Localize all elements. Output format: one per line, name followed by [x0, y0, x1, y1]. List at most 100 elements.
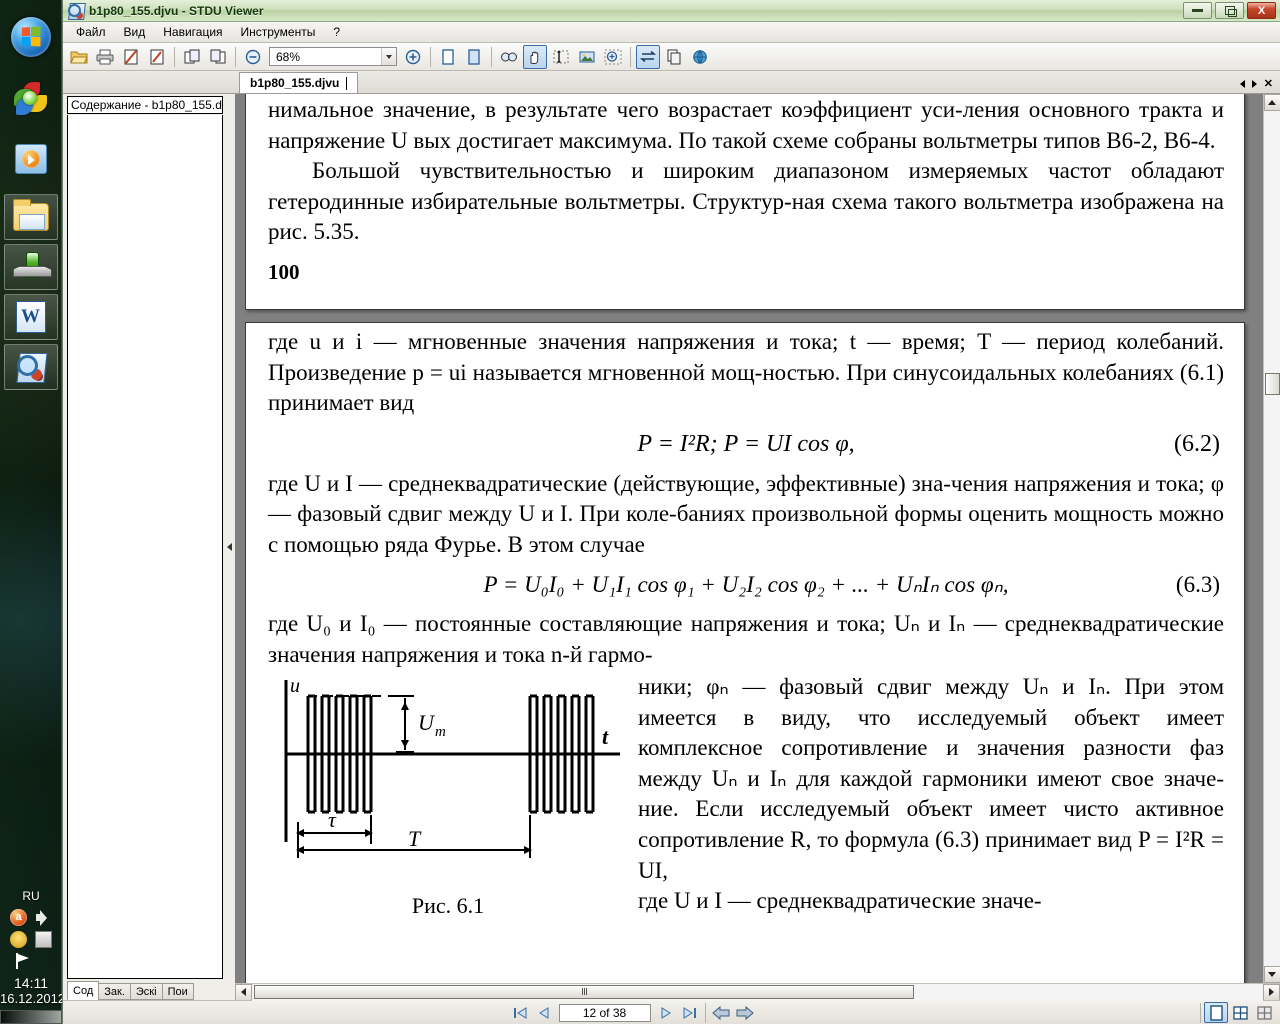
zoom-combobox[interactable]: 68% [269, 47, 397, 66]
toolbar-separator [430, 46, 431, 67]
scroll-right-icon[interactable] [1251, 79, 1257, 88]
restore-button[interactable] [1215, 2, 1244, 19]
hand-tool-icon[interactable] [523, 44, 547, 69]
sidebar-tab-contents[interactable]: Сод [67, 981, 100, 1000]
start-orb-icon[interactable] [4, 14, 58, 60]
status-bar: 12 of 38 [63, 1000, 1280, 1024]
window-title: b1p80_155.djvu - STDU Viewer [89, 3, 264, 18]
last-page-button[interactable] [678, 1003, 702, 1023]
window-titlebar[interactable]: b1p80_155.djvu - STDU Viewer X [63, 0, 1280, 22]
vertical-scrollbar[interactable] [1263, 94, 1280, 983]
document-tab[interactable]: b1p80_155.djvu [239, 72, 359, 93]
sidebar-splitter[interactable] [223, 94, 235, 1000]
close-tab-icon[interactable]: ✕ [1264, 77, 1273, 90]
menu-item-view[interactable]: Вид [115, 23, 155, 41]
horizontal-scrollbar[interactable] [235, 983, 1280, 1001]
next-doc-icon[interactable] [206, 45, 230, 69]
sidebar-tab-search[interactable]: Пои [161, 983, 194, 1000]
tray-date[interactable]: 16.12.2012 [0, 991, 65, 1006]
flag-icon[interactable] [14, 953, 31, 970]
show-desktop-button[interactable] [0, 1010, 62, 1024]
sidebar-contents-list[interactable] [67, 115, 223, 979]
edit-page2-icon[interactable] [145, 45, 169, 69]
stdu-viewer-icon[interactable] [3, 344, 58, 390]
svg-text:m: m [435, 724, 446, 740]
formula-6-3-body: P = U₀I₀ + U₁I₁ cos φ₁ + U₂I₂ cos φ₂ + .… [483, 572, 1009, 598]
toolbar-separator [630, 46, 631, 67]
horizontal-scroll-track[interactable] [252, 983, 1263, 1001]
scroll-left-icon[interactable] [1239, 79, 1245, 88]
taskbar: W [0, 0, 62, 1024]
menu-item-tools[interactable]: Инструменты [232, 23, 325, 41]
open-folder-icon[interactable] [67, 45, 91, 69]
green-app-icon[interactable] [3, 244, 58, 290]
display-icon[interactable] [35, 931, 52, 948]
menu-item-help[interactable]: ? [324, 23, 349, 41]
fit-width-icon[interactable] [636, 44, 660, 69]
facing-page-icon[interactable] [462, 45, 486, 69]
first-page-button[interactable] [508, 1003, 532, 1023]
formula-6-2: P = I²R; P = UI cos φ, (6.2) [268, 429, 1224, 461]
single-page-icon[interactable] [436, 45, 460, 69]
zoom-out-icon[interactable] [241, 45, 265, 69]
sidebar-tab-thumbnails[interactable]: Эскі [129, 983, 163, 1000]
continuous-view-button[interactable] [1252, 1002, 1276, 1023]
sidebar-tab-bookmarks[interactable]: Зак. [98, 983, 131, 1000]
language-indicator[interactable]: RU [0, 889, 62, 903]
tabstrip-controls: ✕ [1239, 77, 1280, 93]
prev-page-number: 100 [268, 259, 300, 284]
horizontal-scroll-thumb[interactable] [254, 984, 914, 999]
prev-page-button[interactable] [532, 1003, 556, 1023]
stdu-viewer-window: b1p80_155.djvu - STDU Viewer X Файл Вид … [62, 0, 1280, 1024]
back-button[interactable] [709, 1003, 733, 1023]
page-canvas[interactable]: нимальное значение, в результате чего во… [235, 94, 1263, 983]
system-tray: RU 14:11 16.12.2012 [0, 889, 65, 1024]
collapse-sidebar-icon[interactable] [226, 543, 232, 551]
prev-doc-icon[interactable] [180, 45, 204, 69]
minimize-button[interactable] [1183, 2, 1212, 19]
prev-page-paragraph-1: нимальное значение, в результате чего во… [268, 97, 1224, 153]
menu-bar: Файл Вид Навигация Инструменты ? [63, 22, 1280, 43]
network-icon[interactable] [10, 931, 27, 948]
volume-icon[interactable] [35, 909, 52, 926]
text-select-icon[interactable] [549, 45, 573, 69]
close-button[interactable]: X [1247, 2, 1276, 19]
chevron-down-icon[interactable] [381, 48, 396, 65]
tray-clock[interactable]: 14:11 [0, 975, 62, 991]
scroll-right-button[interactable] [1263, 983, 1280, 1001]
media-player-icon[interactable] [4, 136, 58, 182]
vertical-scroll-thumb[interactable] [1264, 373, 1280, 395]
document-tab-label: b1p80_155.djvu [250, 76, 340, 90]
browser-icon[interactable] [4, 76, 58, 122]
edit-page-icon[interactable] [119, 45, 143, 69]
page-paragraph-4-column: ники; φₙ — фазовый сдвиг между Uₙ и Iₙ. … [638, 672, 1224, 920]
zoom-select-icon[interactable] [601, 45, 625, 69]
print-icon[interactable] [93, 45, 117, 69]
page-paragraph-3: где U₀ и I₀ — постоянные составляющие на… [268, 610, 1224, 667]
four-page-view-button[interactable] [1228, 1002, 1252, 1023]
explorer-icon[interactable] [3, 194, 58, 240]
antivirus-icon[interactable] [10, 909, 27, 926]
toolbar-separator [235, 46, 236, 67]
scroll-left-button[interactable] [235, 983, 252, 1001]
scroll-up-button[interactable] [1263, 94, 1280, 111]
figure-6-1: u t U m τ T Рис. 6.1 [268, 672, 628, 920]
statusbar-separator [1200, 1002, 1201, 1023]
zoom-in-icon[interactable] [401, 45, 425, 69]
scroll-down-button[interactable] [1263, 966, 1280, 983]
image-select-icon[interactable] [575, 45, 599, 69]
next-page-button[interactable] [654, 1003, 678, 1023]
single-page-view-button[interactable] [1204, 1002, 1228, 1023]
menu-item-navigation[interactable]: Навигация [154, 23, 231, 41]
toolbar-separator [491, 46, 492, 67]
word-icon[interactable]: W [3, 294, 58, 340]
copy-icon[interactable] [662, 45, 686, 69]
page-paragraph-4: ники; φₙ — фазовый сдвиг между Uₙ и Iₙ. … [638, 674, 1224, 883]
find-icon[interactable] [497, 45, 521, 69]
forward-button[interactable] [733, 1003, 757, 1023]
page-indicator[interactable]: 12 of 38 [558, 1003, 651, 1022]
menu-item-file[interactable]: Файл [67, 23, 115, 41]
toolbar-separator [174, 46, 175, 67]
globe-icon[interactable] [688, 45, 712, 69]
vertical-scroll-track[interactable] [1263, 111, 1280, 966]
